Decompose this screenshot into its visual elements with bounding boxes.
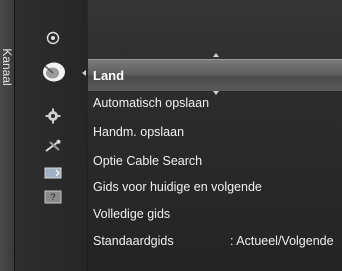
satellite-dish-icon[interactable] [40,59,68,85]
input-icon[interactable] [44,165,62,181]
menu-item-gids-huidige-volgende[interactable]: Gids voor huidige en volgende [93,180,262,194]
scroll-down-arrow-icon[interactable] [213,91,219,95]
menu-item-optie-cable-search[interactable]: Optie Cable Search [93,154,202,168]
gear-icon[interactable] [44,108,62,124]
menu-category-strip: Kanaal [0,0,15,271]
standaardgids-value: : Actueel/Volgende [230,234,334,248]
speaker-icon[interactable] [44,30,62,46]
selected-item-label: Land [93,68,125,83]
help-icon[interactable]: ? [44,189,62,205]
tools-icon[interactable] [44,138,62,154]
menu-item-automatisch-opslaan[interactable]: Automatisch opslaan [93,96,209,110]
tv-menu-screen: Kanaal ? Land Automatisch opslaan Handm.… [0,0,342,271]
selection-left-arrow-icon [82,70,86,76]
menu-item-land-selected[interactable]: Land [88,59,342,92]
svg-text:?: ? [50,192,55,202]
menu-item-standaardgids[interactable]: Standaardgids [93,234,174,248]
menu-item-handm-opslaan[interactable]: Handm. opslaan [93,125,184,139]
menu-item-volledige-gids[interactable]: Volledige gids [93,207,170,221]
menu-category-label: Kanaal [0,48,14,86]
scroll-up-arrow-icon[interactable] [213,53,219,57]
